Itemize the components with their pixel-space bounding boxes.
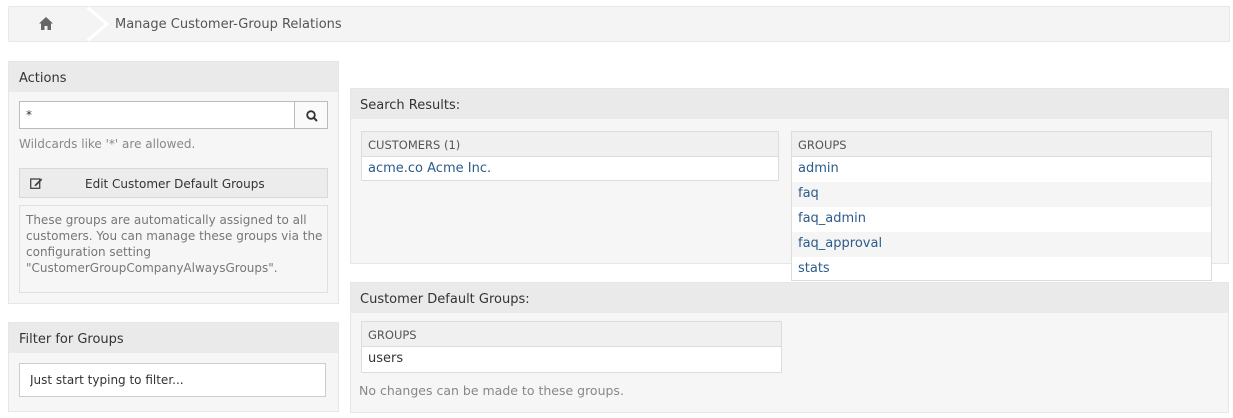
- search-button[interactable]: [294, 101, 328, 129]
- edit-icon: [30, 178, 43, 189]
- default-groups-table: GROUPS users: [361, 321, 782, 373]
- customer-default-groups-panel: Customer Default Groups: GROUPS users No…: [350, 282, 1229, 413]
- edit-customer-default-groups-button[interactable]: Edit Customer Default Groups: [19, 168, 328, 198]
- default-groups-note: No changes can be made to these groups.: [359, 383, 624, 398]
- customers-header: CUSTOMERS (1): [362, 132, 778, 157]
- group-link-faq-approval[interactable]: faq_approval: [792, 232, 1211, 257]
- default-groups-title: Customer Default Groups:: [351, 283, 1228, 313]
- group-link-admin[interactable]: admin: [792, 157, 1211, 182]
- search-results-title: Search Results:: [351, 89, 1228, 119]
- customers-table: CUSTOMERS (1) acme.co Acme Inc.: [361, 131, 779, 181]
- groups-table: GROUPS admin faq faq_admin faq_approval …: [791, 131, 1212, 281]
- filter-groups-input[interactable]: [19, 363, 326, 397]
- actions-title: Actions: [9, 62, 338, 92]
- search-icon: [306, 110, 318, 122]
- search-input[interactable]: [19, 101, 295, 129]
- group-link-faq[interactable]: faq: [792, 182, 1211, 207]
- filter-title: Filter for Groups: [9, 323, 338, 353]
- search-results-panel: Search Results: CUSTOMERS (1) acme.co Ac…: [350, 88, 1229, 281]
- search-group: [19, 101, 328, 129]
- home-icon: [39, 17, 53, 30]
- filter-widget: Filter for Groups: [8, 322, 339, 412]
- groups-header: GROUPS: [792, 132, 1211, 157]
- default-groups-info: These groups are automatically assigned …: [19, 205, 328, 293]
- breadcrumb-home[interactable]: [9, 7, 87, 41]
- edit-button-label: Edit Customer Default Groups: [85, 177, 265, 191]
- page-title: Manage Customer-Group Relations: [115, 17, 342, 32]
- group-link-faq-admin[interactable]: faq_admin: [792, 207, 1211, 232]
- default-group-users: users: [368, 351, 404, 366]
- breadcrumb: Manage Customer-Group Relations: [8, 6, 1230, 42]
- search-hint: Wildcards like '*' are allowed.: [19, 137, 196, 151]
- customer-link[interactable]: acme.co Acme Inc.: [362, 157, 778, 182]
- breadcrumb-separator: [87, 7, 109, 41]
- group-link-stats[interactable]: stats: [792, 257, 1211, 282]
- actions-widget: Actions Wildcards like '*' are allowed. …: [8, 61, 339, 304]
- default-groups-header: GROUPS: [362, 322, 781, 347]
